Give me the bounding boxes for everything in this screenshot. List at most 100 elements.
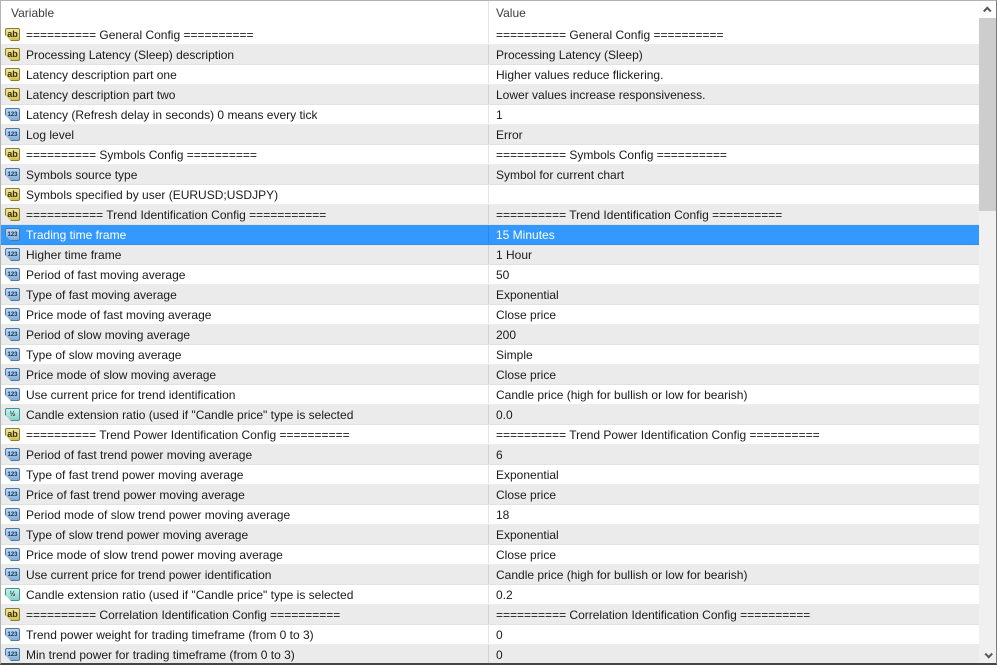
variable-value[interactable]: 0	[488, 625, 979, 644]
variable-value[interactable]: Exponential	[488, 285, 979, 304]
variable-cell[interactable]: 123 Type of slow trend power moving avera…	[1, 525, 488, 544]
variable-cell[interactable]: 123 Log level	[1, 125, 488, 144]
variable-cell[interactable]: 123 Price mode of slow trend power moving…	[1, 545, 488, 564]
column-header-variable[interactable]: Variable	[1, 1, 488, 25]
table-row[interactable]: ab Processing Latency (Sleep) description…	[1, 45, 979, 65]
variable-cell[interactable]: 123 Use current price for trend identific…	[1, 385, 488, 404]
table-row[interactable]: 123 Period of slow moving average 200	[1, 325, 979, 345]
table-row[interactable]: 123 Type of fast trend power moving avera…	[1, 465, 979, 485]
table-row[interactable]: ab ========== Trend Power Identification …	[1, 425, 979, 445]
variable-value[interactable]: 1	[488, 105, 979, 124]
table-row[interactable]: 123 Type of slow trend power moving avera…	[1, 525, 979, 545]
variable-value[interactable]: Higher values reduce flickering.	[488, 65, 979, 84]
variable-cell[interactable]: ab Processing Latency (Sleep) description	[1, 45, 488, 64]
variable-cell[interactable]: 123 Type of fast trend power moving avera…	[1, 465, 488, 484]
variable-cell[interactable]: 123 Symbols source type	[1, 165, 488, 184]
table-row[interactable]: 123 Period of fast moving average 50	[1, 265, 979, 285]
scroll-up-button[interactable]	[979, 1, 996, 18]
variable-cell[interactable]: ab Symbols specified by user (EURUSD;USDJ…	[1, 185, 488, 204]
variable-cell[interactable]: 123 Price mode of slow moving average	[1, 365, 488, 384]
variable-value[interactable]: Exponential	[488, 465, 979, 484]
table-row[interactable]: 123 Period of fast trend power moving ave…	[1, 445, 979, 465]
variable-cell[interactable]: 123 Period of slow moving average	[1, 325, 488, 344]
variable-value[interactable]: Exponential	[488, 525, 979, 544]
variable-value[interactable]: Close price	[488, 545, 979, 564]
variable-cell[interactable]: 123 Type of fast moving average	[1, 285, 488, 304]
variable-value[interactable]: 200	[488, 325, 979, 344]
variable-value[interactable]: Simple	[488, 345, 979, 364]
variable-value[interactable]: ========== Trend Identification Config =…	[488, 205, 979, 224]
variable-value[interactable]: ========== Trend Power Identification Co…	[488, 425, 979, 444]
variable-cell[interactable]: 123 Price of fast trend power moving aver…	[1, 485, 488, 504]
table-row[interactable]: 123 Price mode of fast moving average Clos…	[1, 305, 979, 325]
table-row[interactable]: 123 Type of slow moving average Simple	[1, 345, 979, 365]
table-row[interactable]: 123 Price of fast trend power moving aver…	[1, 485, 979, 505]
table-row[interactable]: ab Symbols specified by user (EURUSD;USDJ…	[1, 185, 979, 205]
table-row[interactable]: ab ========== Correlation Identification …	[1, 605, 979, 625]
variable-cell[interactable]: ab ========== Trend Power Identification …	[1, 425, 488, 444]
variable-value[interactable]: Symbol for current chart	[488, 165, 979, 184]
variable-cell[interactable]: ab =========== Trend Identification Confi…	[1, 205, 488, 224]
variable-value[interactable]: 15 Minutes	[488, 225, 979, 244]
variable-value[interactable]: Close price	[488, 365, 979, 384]
variable-cell[interactable]: 123 Higher time frame	[1, 245, 488, 264]
variable-value[interactable]: Candle price (high for bullish or low fo…	[488, 385, 979, 404]
variable-value[interactable]: Lower values increase responsiveness.	[488, 85, 979, 104]
table-row[interactable]: 123 Price mode of slow moving average Clos…	[1, 365, 979, 385]
variable-cell[interactable]: 123 Min trend power for trading timeframe…	[1, 645, 488, 663]
table-row[interactable]: ½ Candle extension ratio (used if "Candle…	[1, 585, 979, 605]
variable-cell[interactable]: 123 Period of fast trend power moving ave…	[1, 445, 488, 464]
variable-value[interactable]: ========== General Config ==========	[488, 25, 979, 44]
variable-value[interactable]: Close price	[488, 485, 979, 504]
table-row[interactable]: 123 Period mode of slow trend power movin…	[1, 505, 979, 525]
variable-value[interactable]: 0	[488, 645, 979, 663]
variable-value[interactable]: ========== Correlation Identification Co…	[488, 605, 979, 624]
table-row[interactable]: 123 Trading time frame 15 Minutes	[1, 225, 979, 245]
table-row[interactable]: ½ Candle extension ratio (used if "Candle…	[1, 405, 979, 425]
table-row[interactable]: 123 Latency (Refresh delay in seconds) 0 …	[1, 105, 979, 125]
variable-value[interactable]: 6	[488, 445, 979, 464]
variable-cell[interactable]: 123 Trend power weight for trading timefr…	[1, 625, 488, 644]
table-row[interactable]: 123 Use current price for trend power ide…	[1, 565, 979, 585]
variable-cell[interactable]: 123 Price mode of fast moving average	[1, 305, 488, 324]
scrollbar-track[interactable]	[979, 18, 996, 646]
variable-cell[interactable]: 123 Use current price for trend power ide…	[1, 565, 488, 584]
variable-cell[interactable]: ab Latency description part two	[1, 85, 488, 104]
variable-value[interactable]: Error	[488, 125, 979, 144]
variable-cell[interactable]: ab ========== Symbols Config ==========	[1, 145, 488, 164]
table-row[interactable]: 123 Symbols source type Symbol for current…	[1, 165, 979, 185]
variable-cell[interactable]: ½ Candle extension ratio (used if "Candle…	[1, 585, 488, 604]
scrollbar-thumb[interactable]	[979, 18, 996, 211]
variable-value[interactable]: 0.0	[488, 405, 979, 424]
table-row[interactable]: 123 Min trend power for trading timeframe…	[1, 645, 979, 663]
scroll-down-button[interactable]	[979, 646, 996, 663]
table-row[interactable]: 123 Trend power weight for trading timefr…	[1, 625, 979, 645]
variable-cell[interactable]: 123 Trading time frame	[1, 225, 488, 244]
variable-value[interactable]: 1 Hour	[488, 245, 979, 264]
variable-cell[interactable]: ½ Candle extension ratio (used if "Candle…	[1, 405, 488, 424]
variable-value[interactable]: 18	[488, 505, 979, 524]
variable-value[interactable]: ========== Symbols Config ==========	[488, 145, 979, 164]
table-row[interactable]: ab Latency description part one Higher val…	[1, 65, 979, 85]
table-row[interactable]: 123 Log level Error	[1, 125, 979, 145]
variable-cell[interactable]: 123 Type of slow moving average	[1, 345, 488, 364]
column-header-value[interactable]: Value	[488, 1, 979, 25]
table-row[interactable]: 123 Use current price for trend identific…	[1, 385, 979, 405]
table-row[interactable]: ab ========== Symbols Config ========== ==…	[1, 145, 979, 165]
variable-cell[interactable]: 123 Latency (Refresh delay in seconds) 0 …	[1, 105, 488, 124]
variable-cell[interactable]: ab ========== General Config ==========	[1, 25, 488, 44]
variable-cell[interactable]: ab ========== Correlation Identification …	[1, 605, 488, 624]
variable-value[interactable]: 0.2	[488, 585, 979, 604]
variable-value[interactable]: Processing Latency (Sleep)	[488, 45, 979, 64]
variable-value[interactable]: Candle price (high for bullish or low fo…	[488, 565, 979, 584]
variable-cell[interactable]: 123 Period mode of slow trend power movin…	[1, 505, 488, 524]
table-row[interactable]: ab ========== General Config ========== ==…	[1, 25, 979, 45]
table-row[interactable]: 123 Type of fast moving average Exponentia…	[1, 285, 979, 305]
table-row[interactable]: ab =========== Trend Identification Confi…	[1, 205, 979, 225]
table-row[interactable]: ab Latency description part two Lower valu…	[1, 85, 979, 105]
variable-cell[interactable]: 123 Period of fast moving average	[1, 265, 488, 284]
table-row[interactable]: 123 Higher time frame 1 Hour	[1, 245, 979, 265]
variable-value[interactable]: Close price	[488, 305, 979, 324]
table-row[interactable]: 123 Price mode of slow trend power moving…	[1, 545, 979, 565]
variable-value[interactable]: 50	[488, 265, 979, 284]
